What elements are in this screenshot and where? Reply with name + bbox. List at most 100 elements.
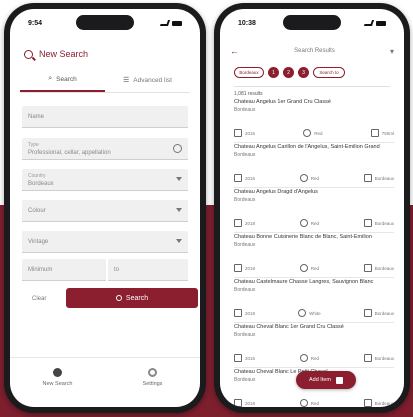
chevron-down-icon (176, 239, 182, 243)
wine-name: Chateau Angelus Dragd d'Angelus (234, 189, 318, 195)
results-screen: 10:38 ← Search Results ▾ Bordeaux 1 2 3 … (220, 9, 404, 407)
result-row[interactable]: Chateau Angelus Carillon de l'Angelus, S… (234, 144, 394, 188)
name-field[interactable]: Name (22, 106, 188, 128)
chip-3[interactable]: 3 (298, 67, 309, 78)
bottle-icon (363, 264, 372, 272)
status-icons (159, 20, 182, 26)
meta-region-value: Bordeaux (374, 310, 394, 316)
tab-label: Advanced list (133, 76, 172, 84)
meta-region: Bordeaux (363, 354, 394, 362)
country-select[interactable]: Country Bordeaux (22, 169, 188, 191)
meta-region-value: Bordeaux (374, 175, 394, 181)
phone-search: 9:54 New Search ⌕ Search ☰ Advanced list… (4, 3, 206, 413)
meta-colour-value: Red (310, 400, 319, 406)
result-row[interactable]: Chateau Bonne Cuisinerie Blanc de Blanc,… (234, 234, 394, 278)
name-placeholder: Name (28, 114, 45, 120)
tab-label: Search (56, 75, 77, 83)
type-field[interactable]: Type Professional, cellar, appellation (22, 138, 188, 160)
chip-region[interactable]: Bordeaux (234, 67, 264, 78)
range-from-placeholder: Minimum (28, 267, 53, 273)
chip-1[interactable]: 1 (268, 67, 279, 78)
bottle-icon (370, 129, 379, 137)
meta-colour-value: Red (310, 265, 319, 271)
wine-glass-icon (299, 174, 308, 182)
wine-region: Bordeaux (234, 287, 256, 293)
colour-placeholder: Colour (28, 208, 46, 214)
wine-meta: 2016 Red Bordeaux (234, 354, 394, 362)
calendar-icon (234, 219, 242, 227)
meta-colour: Red (299, 354, 319, 362)
wine-meta: 2018 Red Bordeaux (234, 399, 394, 407)
tab-search[interactable]: ⌕ Search (20, 75, 105, 92)
meta-colour: White (298, 309, 321, 317)
meta-region: Bordeaux (363, 399, 394, 407)
bottle-icon (363, 309, 372, 317)
wine-glass-icon (298, 309, 307, 317)
wine-region: Bordeaux (234, 197, 256, 203)
meta-colour: Red (299, 399, 319, 407)
vintage-select[interactable]: Vintage (22, 231, 188, 253)
result-row[interactable]: Chateau Cheval Blanc 1er Grand Cru Class… (234, 324, 394, 368)
list-icon: ☰ (123, 77, 130, 84)
search-icon (53, 368, 62, 377)
chip-search[interactable]: Search to (313, 67, 345, 78)
nav-settings[interactable]: Settings (105, 358, 200, 407)
wine-region: Bordeaux (234, 242, 256, 248)
meta-region: Bordeaux (363, 309, 394, 317)
chip-2[interactable]: 2 (283, 67, 294, 78)
calendar-icon (234, 354, 242, 362)
nav-new-search[interactable]: New Search (10, 358, 105, 407)
wine-name: Chateau Bonne Cuisinerie Blanc de Blanc,… (234, 234, 372, 240)
result-row[interactable]: Chateau Angelus 1er Grand Cru Classé Bord… (234, 99, 394, 143)
meta-vintage-value: 2018 (245, 220, 256, 226)
status-bar: 10:38 (220, 17, 404, 29)
meta-vintage: 2016 (234, 174, 255, 182)
chevron-down-icon (176, 177, 182, 181)
meta-vintage-value: 2016 (245, 175, 256, 181)
search-button-label: Search (125, 294, 149, 302)
filter-icon[interactable]: ▾ (390, 47, 394, 56)
fab-label: Add Item (308, 377, 331, 383)
wine-meta: 2018 Red Bordeaux (234, 264, 394, 272)
search-icon (115, 295, 122, 301)
meta-vintage: 2016 (234, 354, 255, 362)
range-to-field[interactable]: to (108, 259, 188, 281)
range-to-placeholder: to (114, 267, 120, 273)
result-row[interactable]: Chateau Castelmaure Chasse Langres, Sauv… (234, 279, 394, 323)
result-row[interactable]: Chateau Angelus Dragd d'Angelus Bordeaux 2… (234, 189, 394, 233)
meta-vintage-value: 2018 (245, 265, 256, 271)
calendar-icon (234, 309, 242, 317)
filter-chips: Bordeaux 1 2 3 Search to (234, 67, 390, 78)
tab-advanced[interactable]: ☰ Advanced list (105, 75, 190, 92)
type-value: Professional, cellar, appellation (28, 150, 111, 156)
wine-region: Bordeaux (234, 152, 256, 158)
range-from-field[interactable]: Minimum (22, 259, 106, 281)
calendar-icon (234, 399, 242, 407)
vintage-placeholder: Vintage (28, 239, 49, 245)
signal-icon (159, 20, 171, 26)
bottom-nav: New Search Settings (10, 357, 200, 407)
meta-vintage: 2015 (234, 129, 255, 137)
country-label: Country (28, 173, 46, 179)
type-label: Type (28, 142, 39, 148)
magnifier-icon: ⌕ (48, 75, 53, 82)
back-arrow-icon[interactable]: ← (230, 46, 239, 56)
add-item-button[interactable]: Add Item (296, 371, 356, 389)
wine-region: Bordeaux (234, 107, 256, 113)
info-icon[interactable] (173, 144, 182, 153)
bottle-icon (363, 219, 372, 227)
search-tabs: ⌕ Search ☰ Advanced list (20, 75, 190, 93)
results-header: ← Search Results ▾ (230, 46, 394, 56)
wine-name: Chateau Angelus Carillon de l'Angelus, S… (234, 144, 380, 150)
search-button[interactable]: Search (66, 288, 198, 308)
colour-select[interactable]: Colour (22, 200, 188, 222)
wine-meta: 2018 Red Bordeaux (234, 219, 394, 227)
wine-meta: 2016 Red Bordeaux (234, 174, 394, 182)
signal-icon (363, 20, 375, 26)
search-header: New Search (24, 49, 186, 59)
search-icon (24, 49, 33, 59)
clear-button[interactable]: Clear (32, 296, 46, 302)
wine-meta: 2019 White Bordeaux (234, 309, 394, 317)
status-icons (363, 20, 386, 26)
calendar-icon (234, 174, 242, 182)
